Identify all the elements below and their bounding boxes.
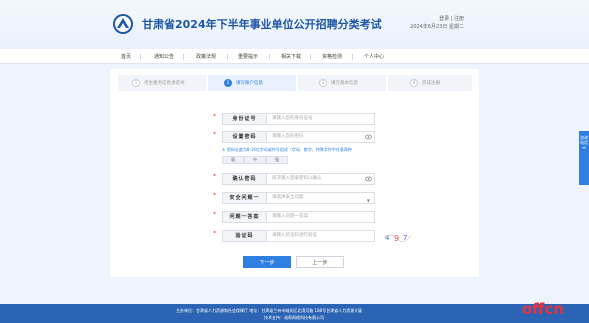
password-label: 设置密码 xyxy=(222,131,267,143)
nav-divider xyxy=(352,54,353,60)
side-consult-tab[interactable]: 咨询电话 ≪ xyxy=(579,131,589,185)
id-number-input[interactable]: 请输入您的身份证号 xyxy=(267,113,375,125)
top-auth-links: 登录 | 注册 xyxy=(439,16,464,22)
confirm-password-placeholder: 再次输入登录密码以确认 xyxy=(272,176,322,181)
step-2-active: 2 填写账户信息 xyxy=(208,75,296,91)
strength-weak: 弱 xyxy=(222,156,244,164)
nav-divider xyxy=(269,54,270,60)
password-placeholder: 请输入您的密码 xyxy=(272,134,304,139)
nav-item-notices[interactable]: 通知公告 xyxy=(154,53,174,60)
confirm-password-label: 确认密码 xyxy=(222,173,267,185)
step-number: 2 xyxy=(224,79,232,87)
required-mark: * xyxy=(213,173,216,180)
nav-item-personal-center[interactable]: 个人中心 xyxy=(364,53,384,60)
password-strength-meter: 弱 中 强 xyxy=(222,156,288,164)
nav-item-downloads[interactable]: 相关下载 xyxy=(281,53,301,60)
security-question-placeholder: 请选择安全问题 xyxy=(272,195,304,200)
captcha-label: 验证码 xyxy=(222,230,267,242)
current-date: 2024年6月23日 星期二 xyxy=(410,24,464,30)
step-label: 完成注册 xyxy=(422,81,440,86)
nav-item-policies[interactable]: 政策法规 xyxy=(196,53,216,60)
nav-divider xyxy=(140,54,141,60)
password-hint: ① 密码长度为8-16位字母或符号组成（字母、数字、特殊字符中任意两种 xyxy=(222,147,352,152)
required-mark: * xyxy=(213,211,216,218)
nav-item-home[interactable]: 首页 xyxy=(121,53,131,60)
previous-step-button[interactable]: 上一步 xyxy=(296,256,344,268)
step-progress: 1 考生服务信息承诺书 2 填写账户信息 3 填写基本信息 4 完成注册 xyxy=(110,75,479,91)
step-number: 4 xyxy=(410,79,418,87)
svg-text:9: 9 xyxy=(394,234,399,243)
step-label: 填写账户信息 xyxy=(236,81,263,86)
required-mark: * xyxy=(213,192,216,199)
captcha-image[interactable]: 4 9 7 xyxy=(382,230,412,244)
confirm-password-input[interactable]: 再次输入登录密码以确认 xyxy=(267,173,375,185)
security-answer-input[interactable]: 请输入问题一答案 xyxy=(267,211,375,223)
site-header: 甘肃省2024年下半年事业单位公开招聘分类考试 登录 | 注册 2024年6月2… xyxy=(0,0,589,49)
step-number: 3 xyxy=(319,79,327,87)
password-input[interactable]: 请输入您的密码 xyxy=(267,131,375,143)
security-question-select[interactable]: 请选择安全问题 ▼ xyxy=(267,192,375,204)
register-link[interactable]: 注册 xyxy=(454,16,464,22)
site-title: 甘肃省2024年下半年事业单位公开招聘分类考试 xyxy=(142,18,382,31)
security-answer-label: 问题一答案 xyxy=(222,211,267,223)
step-4: 4 完成注册 xyxy=(388,75,472,91)
required-mark: * xyxy=(213,131,216,138)
nav-divider xyxy=(183,54,184,60)
id-number-label: 身份证号 xyxy=(222,113,267,125)
step-label: 考生服务信息承诺书 xyxy=(144,81,185,86)
show-password-icon[interactable] xyxy=(365,176,372,182)
chevron-down-icon: ▼ xyxy=(366,198,370,203)
strength-medium: 中 xyxy=(244,156,266,164)
footer-organizer: 主办单位：甘肃省人力资源和社会保障厅 地址：甘肃省兰州市城关区北滨河路 188号… xyxy=(176,308,363,313)
step-number: 1 xyxy=(132,79,140,87)
step-label: 填写基本信息 xyxy=(331,81,358,86)
step-3: 3 填写基本信息 xyxy=(298,75,386,91)
offcn-watermark-logo: offcn xyxy=(522,300,565,318)
nav-item-qualification[interactable]: 资格检测 xyxy=(322,53,342,60)
site-footer: 主办单位：甘肃省人力资源和社会保障厅 地址：甘肃省兰州市城关区北滨河路 188号… xyxy=(0,304,589,323)
next-step-button[interactable]: 下一步 xyxy=(243,256,291,268)
nav-divider xyxy=(227,54,228,60)
login-link[interactable]: 登录 xyxy=(439,16,449,22)
svg-text:7: 7 xyxy=(403,234,407,242)
strength-strong: 强 xyxy=(266,156,288,164)
footer-tech-support: 技术支持：诚帮网络科技有限公司 xyxy=(264,315,324,320)
required-mark: * xyxy=(213,113,216,120)
nav-divider xyxy=(310,54,311,60)
show-password-icon[interactable] xyxy=(365,134,372,140)
captcha-input[interactable]: 请输入验证码进行验证 xyxy=(267,230,375,242)
step-1: 1 考生服务信息承诺书 xyxy=(118,75,206,91)
security-question-label: 安全问题一 xyxy=(222,192,267,204)
emblem-logo-icon xyxy=(113,14,133,34)
required-mark: * xyxy=(213,230,216,237)
nav-item-notices-important[interactable]: 重要提示 xyxy=(238,53,258,60)
main-nav: 首页 通知公告 政策法规 重要提示 相关下载 资格检测 个人中心 xyxy=(0,49,589,64)
registration-card: 1 考生服务信息承诺书 2 填写账户信息 3 填写基本信息 4 完成注册 * 身… xyxy=(110,69,479,277)
